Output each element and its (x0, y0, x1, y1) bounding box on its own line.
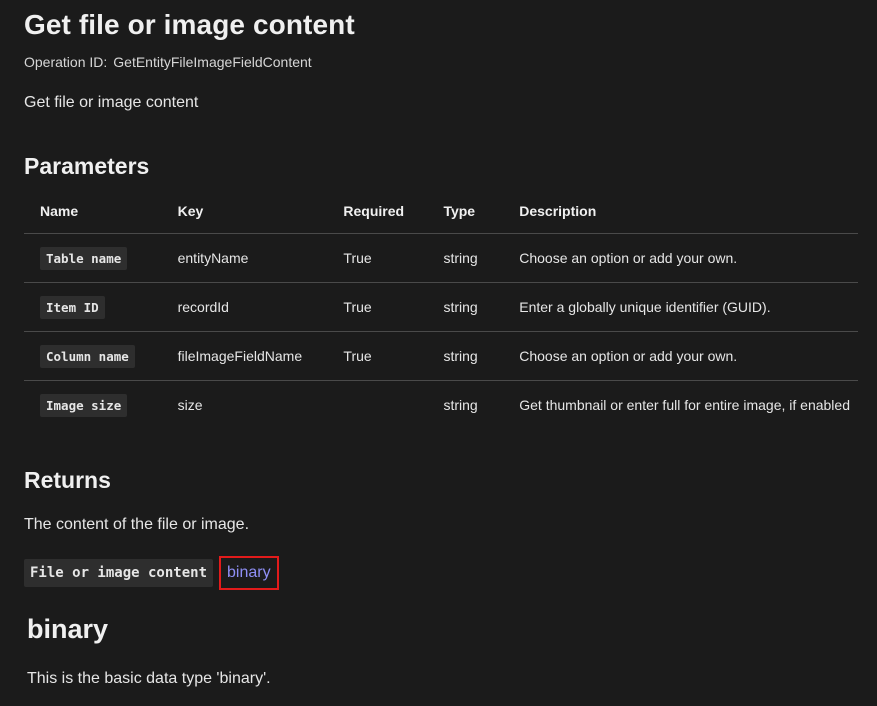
param-description: Enter a globally unique identifier (GUID… (503, 282, 858, 332)
operation-id-value: GetEntityFileImageFieldContent (113, 54, 312, 70)
returns-heading: Returns (24, 467, 111, 493)
binary-description: This is the basic data type 'binary'. (27, 670, 271, 687)
param-key: recordId (161, 282, 328, 332)
table-row: Column name fileImageFieldName True stri… (24, 331, 858, 381)
param-type: string (427, 331, 504, 381)
binary-heading: binary (27, 614, 109, 644)
param-description: Get thumbnail or enter full for entire i… (519, 397, 850, 413)
param-key: size (177, 397, 203, 413)
operation-id-label: Operation ID: (24, 54, 108, 70)
return-value: File or image content binary (24, 556, 279, 590)
param-required (327, 381, 427, 430)
column-header-required: Required (327, 188, 428, 234)
parameters-table: Name Key Required Type Description Table… (24, 188, 858, 429)
param-required: True (327, 282, 428, 332)
param-name-cell: Table name (24, 233, 162, 283)
param-name: Table name (40, 247, 128, 270)
returns-description: The content of the file or image. (24, 516, 250, 533)
param-type: string (427, 233, 504, 283)
column-header-name: Name (24, 188, 162, 234)
param-key: fileImageFieldName (161, 331, 328, 381)
return-name: File or image content (24, 559, 214, 587)
parameters-heading: Parameters (24, 153, 150, 179)
param-name-cell: Image size (24, 381, 162, 430)
param-required: True (327, 331, 428, 381)
param-name-cell: Item ID (24, 282, 162, 332)
param-key: entityName (161, 233, 328, 283)
table-row: Item ID recordId True string Enter a glo… (24, 282, 858, 332)
binary-type-link[interactable]: binary (219, 556, 279, 590)
table-header-row: Name Key Required Type Description (24, 188, 858, 234)
page-title: Get file or image content (24, 9, 355, 40)
param-name: Item ID (40, 296, 105, 319)
column-header-type: Type (427, 188, 504, 234)
table-row: Image size size string Get thumbnail or … (24, 381, 858, 430)
param-required: True (327, 233, 428, 283)
param-type: string (427, 282, 504, 332)
param-name: Image size (40, 394, 128, 417)
column-header-description: Description (503, 188, 858, 234)
column-header-key: Key (161, 188, 328, 234)
table-row: Table name entityName True string Choose… (24, 233, 858, 283)
param-description: Choose an option or add your own. (503, 233, 858, 283)
param-description: Choose an option or add your own. (503, 331, 858, 381)
operation-summary: Get file or image content (24, 94, 199, 111)
param-name: Column name (40, 345, 135, 368)
operation-id: Operation ID: GetEntityFileImageFieldCont… (24, 54, 312, 70)
param-type: string (443, 397, 478, 413)
param-name-cell: Column name (24, 331, 162, 381)
